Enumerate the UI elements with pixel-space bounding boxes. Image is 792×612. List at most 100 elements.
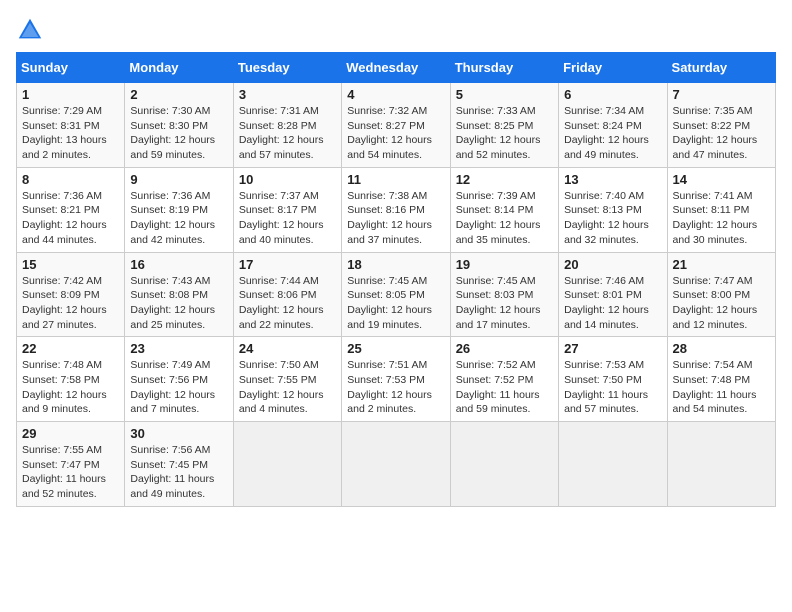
day-number: 19 <box>456 257 553 272</box>
day-info: Sunrise: 7:47 AM Sunset: 8:00 PM Dayligh… <box>673 274 770 333</box>
day-info: Sunrise: 7:51 AM Sunset: 7:53 PM Dayligh… <box>347 358 444 417</box>
day-number: 16 <box>130 257 227 272</box>
day-info: Sunrise: 7:50 AM Sunset: 7:55 PM Dayligh… <box>239 358 336 417</box>
day-info: Sunrise: 7:53 AM Sunset: 7:50 PM Dayligh… <box>564 358 661 417</box>
day-number: 6 <box>564 87 661 102</box>
day-number: 23 <box>130 341 227 356</box>
weekday-header-sunday: Sunday <box>17 53 125 83</box>
day-number: 21 <box>673 257 770 272</box>
day-number: 10 <box>239 172 336 187</box>
calendar-cell: 7 Sunrise: 7:35 AM Sunset: 8:22 PM Dayli… <box>667 83 775 168</box>
calendar-cell: 8 Sunrise: 7:36 AM Sunset: 8:21 PM Dayli… <box>17 167 125 252</box>
calendar-cell: 14 Sunrise: 7:41 AM Sunset: 8:11 PM Dayl… <box>667 167 775 252</box>
day-info: Sunrise: 7:56 AM Sunset: 7:45 PM Dayligh… <box>130 443 227 502</box>
day-info: Sunrise: 7:46 AM Sunset: 8:01 PM Dayligh… <box>564 274 661 333</box>
logo-icon <box>16 16 44 44</box>
day-info: Sunrise: 7:33 AM Sunset: 8:25 PM Dayligh… <box>456 104 553 163</box>
calendar-cell: 27 Sunrise: 7:53 AM Sunset: 7:50 PM Dayl… <box>559 337 667 422</box>
day-number: 15 <box>22 257 119 272</box>
calendar-cell: 4 Sunrise: 7:32 AM Sunset: 8:27 PM Dayli… <box>342 83 450 168</box>
day-info: Sunrise: 7:45 AM Sunset: 8:05 PM Dayligh… <box>347 274 444 333</box>
day-number: 25 <box>347 341 444 356</box>
calendar-body: 1 Sunrise: 7:29 AM Sunset: 8:31 PM Dayli… <box>17 83 776 507</box>
day-info: Sunrise: 7:36 AM Sunset: 8:19 PM Dayligh… <box>130 189 227 248</box>
calendar-cell: 25 Sunrise: 7:51 AM Sunset: 7:53 PM Dayl… <box>342 337 450 422</box>
weekday-header-thursday: Thursday <box>450 53 558 83</box>
calendar-cell: 23 Sunrise: 7:49 AM Sunset: 7:56 PM Dayl… <box>125 337 233 422</box>
calendar-cell: 5 Sunrise: 7:33 AM Sunset: 8:25 PM Dayli… <box>450 83 558 168</box>
day-info: Sunrise: 7:29 AM Sunset: 8:31 PM Dayligh… <box>22 104 119 163</box>
day-number: 9 <box>130 172 227 187</box>
day-info: Sunrise: 7:32 AM Sunset: 8:27 PM Dayligh… <box>347 104 444 163</box>
day-info: Sunrise: 7:54 AM Sunset: 7:48 PM Dayligh… <box>673 358 770 417</box>
day-number: 27 <box>564 341 661 356</box>
day-info: Sunrise: 7:40 AM Sunset: 8:13 PM Dayligh… <box>564 189 661 248</box>
calendar-cell: 28 Sunrise: 7:54 AM Sunset: 7:48 PM Dayl… <box>667 337 775 422</box>
day-number: 29 <box>22 426 119 441</box>
day-number: 24 <box>239 341 336 356</box>
day-info: Sunrise: 7:42 AM Sunset: 8:09 PM Dayligh… <box>22 274 119 333</box>
day-info: Sunrise: 7:49 AM Sunset: 7:56 PM Dayligh… <box>130 358 227 417</box>
calendar-week-4: 22 Sunrise: 7:48 AM Sunset: 7:58 PM Dayl… <box>17 337 776 422</box>
day-number: 5 <box>456 87 553 102</box>
calendar-week-3: 15 Sunrise: 7:42 AM Sunset: 8:09 PM Dayl… <box>17 252 776 337</box>
calendar-cell: 11 Sunrise: 7:38 AM Sunset: 8:16 PM Dayl… <box>342 167 450 252</box>
calendar-cell: 12 Sunrise: 7:39 AM Sunset: 8:14 PM Dayl… <box>450 167 558 252</box>
calendar-cell: 19 Sunrise: 7:45 AM Sunset: 8:03 PM Dayl… <box>450 252 558 337</box>
calendar-cell: 22 Sunrise: 7:48 AM Sunset: 7:58 PM Dayl… <box>17 337 125 422</box>
day-number: 26 <box>456 341 553 356</box>
day-info: Sunrise: 7:34 AM Sunset: 8:24 PM Dayligh… <box>564 104 661 163</box>
day-number: 22 <box>22 341 119 356</box>
day-info: Sunrise: 7:55 AM Sunset: 7:47 PM Dayligh… <box>22 443 119 502</box>
calendar-cell: 24 Sunrise: 7:50 AM Sunset: 7:55 PM Dayl… <box>233 337 341 422</box>
day-info: Sunrise: 7:41 AM Sunset: 8:11 PM Dayligh… <box>673 189 770 248</box>
calendar-cell: 18 Sunrise: 7:45 AM Sunset: 8:05 PM Dayl… <box>342 252 450 337</box>
day-info: Sunrise: 7:44 AM Sunset: 8:06 PM Dayligh… <box>239 274 336 333</box>
calendar-cell: 20 Sunrise: 7:46 AM Sunset: 8:01 PM Dayl… <box>559 252 667 337</box>
day-info: Sunrise: 7:38 AM Sunset: 8:16 PM Dayligh… <box>347 189 444 248</box>
day-info: Sunrise: 7:43 AM Sunset: 8:08 PM Dayligh… <box>130 274 227 333</box>
day-number: 1 <box>22 87 119 102</box>
calendar-cell: 13 Sunrise: 7:40 AM Sunset: 8:13 PM Dayl… <box>559 167 667 252</box>
calendar-week-1: 1 Sunrise: 7:29 AM Sunset: 8:31 PM Dayli… <box>17 83 776 168</box>
day-number: 2 <box>130 87 227 102</box>
calendar-cell: 1 Sunrise: 7:29 AM Sunset: 8:31 PM Dayli… <box>17 83 125 168</box>
day-number: 8 <box>22 172 119 187</box>
calendar-cell: 26 Sunrise: 7:52 AM Sunset: 7:52 PM Dayl… <box>450 337 558 422</box>
calendar-week-2: 8 Sunrise: 7:36 AM Sunset: 8:21 PM Dayli… <box>17 167 776 252</box>
day-number: 11 <box>347 172 444 187</box>
day-number: 18 <box>347 257 444 272</box>
logo <box>16 16 48 44</box>
day-info: Sunrise: 7:48 AM Sunset: 7:58 PM Dayligh… <box>22 358 119 417</box>
day-info: Sunrise: 7:31 AM Sunset: 8:28 PM Dayligh… <box>239 104 336 163</box>
calendar-cell: 15 Sunrise: 7:42 AM Sunset: 8:09 PM Dayl… <box>17 252 125 337</box>
day-info: Sunrise: 7:30 AM Sunset: 8:30 PM Dayligh… <box>130 104 227 163</box>
day-number: 28 <box>673 341 770 356</box>
day-number: 14 <box>673 172 770 187</box>
day-info: Sunrise: 7:45 AM Sunset: 8:03 PM Dayligh… <box>456 274 553 333</box>
day-number: 12 <box>456 172 553 187</box>
calendar-table: SundayMondayTuesdayWednesdayThursdayFrid… <box>16 52 776 507</box>
day-info: Sunrise: 7:35 AM Sunset: 8:22 PM Dayligh… <box>673 104 770 163</box>
day-info: Sunrise: 7:37 AM Sunset: 8:17 PM Dayligh… <box>239 189 336 248</box>
calendar-cell: 2 Sunrise: 7:30 AM Sunset: 8:30 PM Dayli… <box>125 83 233 168</box>
day-number: 30 <box>130 426 227 441</box>
calendar-cell <box>667 422 775 507</box>
calendar-cell: 10 Sunrise: 7:37 AM Sunset: 8:17 PM Dayl… <box>233 167 341 252</box>
day-number: 20 <box>564 257 661 272</box>
day-info: Sunrise: 7:52 AM Sunset: 7:52 PM Dayligh… <box>456 358 553 417</box>
calendar-cell: 16 Sunrise: 7:43 AM Sunset: 8:08 PM Dayl… <box>125 252 233 337</box>
page-header <box>16 16 776 44</box>
weekday-header-row: SundayMondayTuesdayWednesdayThursdayFrid… <box>17 53 776 83</box>
day-number: 13 <box>564 172 661 187</box>
calendar-cell: 30 Sunrise: 7:56 AM Sunset: 7:45 PM Dayl… <box>125 422 233 507</box>
calendar-cell <box>342 422 450 507</box>
day-info: Sunrise: 7:36 AM Sunset: 8:21 PM Dayligh… <box>22 189 119 248</box>
day-number: 4 <box>347 87 444 102</box>
calendar-cell: 21 Sunrise: 7:47 AM Sunset: 8:00 PM Dayl… <box>667 252 775 337</box>
weekday-header-saturday: Saturday <box>667 53 775 83</box>
weekday-header-tuesday: Tuesday <box>233 53 341 83</box>
calendar-cell <box>233 422 341 507</box>
calendar-cell <box>559 422 667 507</box>
weekday-header-wednesday: Wednesday <box>342 53 450 83</box>
